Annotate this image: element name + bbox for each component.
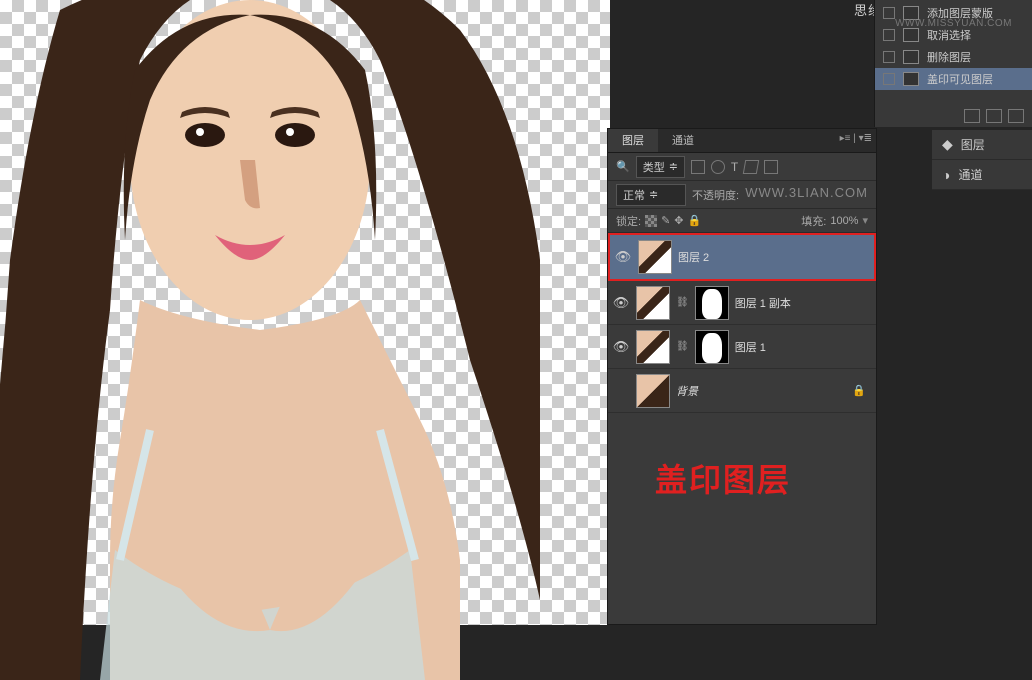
history-bottom-icons — [964, 109, 1024, 123]
visibility-eye-icon[interactable]: 👁 — [612, 295, 630, 311]
portrait-image — [0, 0, 540, 680]
collapsed-channels-panel[interactable]: ◑ 通道 — [932, 160, 1032, 190]
filter-smart-icon[interactable] — [764, 160, 778, 174]
canvas-checkerboard[interactable] — [0, 0, 610, 625]
snapshot-icon[interactable] — [964, 109, 980, 123]
fill-label: 填充: — [801, 213, 826, 229]
collapsed-label: 图层 — [961, 136, 985, 153]
layer-mask-thumbnail[interactable] — [695, 330, 729, 364]
history-step-icon — [903, 28, 919, 42]
filter-type-dropdown[interactable]: 类型 ≑ — [636, 156, 685, 178]
layer-mask-thumbnail[interactable] — [695, 286, 729, 320]
watermark-text: WWW.3LIAN.COM — [745, 185, 868, 200]
mask-link-icon[interactable]: ⛓ — [676, 297, 689, 308]
visibility-eye-icon[interactable]: 👁 — [614, 249, 632, 265]
layer-name-label: 图层 1 副本 — [735, 295, 791, 311]
mask-link-icon[interactable]: ⛓ — [676, 341, 689, 352]
chevron-down-icon: ≑ — [649, 188, 658, 201]
tab-layers[interactable]: 图层 — [608, 129, 658, 152]
channels-icon: ◑ — [942, 167, 950, 183]
filter-row: 🔍 类型 ≑ T — [608, 153, 876, 181]
layers-list: 👁 图层 2 👁 ⛓ 图层 1 副本 👁 ⛓ 图层 1 背景 🔒 — [608, 233, 876, 413]
fill-value: 100% — [830, 215, 858, 227]
layer-row[interactable]: 👁 ⛓ 图层 1 副本 — [608, 281, 876, 325]
filter-text-icon[interactable]: T — [731, 160, 738, 174]
chevron-down-icon: ▾ — [862, 214, 868, 227]
collapsed-panels: ◆ 图层 ◑ 通道 — [932, 130, 1032, 190]
stamp-annotation: 盖印图层 — [655, 455, 791, 501]
layer-row[interactable]: 👁 ⛓ 图层 1 — [608, 325, 876, 369]
layer-thumbnail[interactable] — [638, 240, 672, 274]
blend-row: 正常 ≑ 不透明度: WWW.3LIAN.COM — [608, 181, 876, 209]
collapsed-layers-panel[interactable]: ◆ 图层 — [932, 130, 1032, 160]
history-checkbox[interactable] — [883, 73, 895, 85]
layer-thumbnail[interactable] — [636, 374, 670, 408]
layer-name-label: 背景 — [676, 383, 698, 399]
layer-lock-icon: 🔒 — [852, 384, 866, 397]
visibility-eye-icon[interactable]: 👁 — [612, 339, 630, 355]
watermark-url: WWW.MISSYUAN.COM — [895, 18, 1012, 29]
history-step-icon — [903, 50, 919, 64]
history-panel: WWW.MISSYUAN.COM 添加图层蒙版 取消选择 删除图层 盖印可见图层 — [874, 0, 1032, 127]
layers-icon: ◆ — [942, 136, 953, 153]
history-item[interactable]: 盖印可见图层 — [875, 68, 1032, 90]
history-item[interactable]: 删除图层 — [875, 46, 1032, 68]
layer-row[interactable]: 👁 图层 2 — [608, 233, 876, 281]
filter-shape-icon[interactable] — [743, 160, 759, 174]
layer-row[interactable]: 背景 🔒 — [608, 369, 876, 413]
filter-pixel-icon[interactable] — [691, 160, 705, 174]
lock-all-icon[interactable]: 🔒 — [688, 214, 702, 227]
lock-transparency-icon[interactable] — [645, 215, 657, 227]
filter-label: 类型 — [643, 159, 665, 175]
trash-icon[interactable] — [1008, 109, 1024, 123]
layer-name-label: 图层 1 — [735, 339, 766, 355]
history-step-icon — [903, 72, 919, 86]
layer-thumbnail[interactable] — [636, 286, 670, 320]
layer-thumbnail[interactable] — [636, 330, 670, 364]
panel-menu-icon[interactable]: ▸≡ | ▾≣ — [840, 133, 872, 144]
lock-label: 锁定: — [616, 213, 641, 229]
opacity-label: 不透明度: — [692, 187, 739, 203]
history-label: 删除图层 — [927, 49, 971, 65]
filter-adjust-icon[interactable] — [711, 160, 725, 174]
new-doc-icon[interactable] — [986, 109, 1002, 123]
history-label: 盖印可见图层 — [927, 71, 993, 87]
lock-row: 锁定: ✎ ✥ 🔒 填充: 100% ▾ — [608, 209, 876, 233]
lock-move-icon[interactable]: ✥ — [674, 214, 683, 227]
layers-panel: 图层 通道 ▸≡ | ▾≣ 🔍 类型 ≑ T 正常 ≑ 不透明度: WWW.3L… — [607, 128, 877, 625]
layer-name-label: 图层 2 — [678, 249, 709, 265]
history-label: 取消选择 — [927, 27, 971, 43]
blend-mode-dropdown[interactable]: 正常 ≑ — [616, 184, 686, 206]
history-checkbox[interactable] — [883, 29, 895, 41]
chevron-down-icon: ≑ — [669, 160, 678, 173]
collapsed-label: 通道 — [958, 166, 982, 183]
history-checkbox[interactable] — [883, 51, 895, 63]
history-list: 添加图层蒙版 取消选择 删除图层 盖印可见图层 — [875, 0, 1032, 92]
tab-channels[interactable]: 通道 — [658, 129, 708, 152]
panel-tabs: 图层 通道 ▸≡ | ▾≣ — [608, 129, 876, 153]
blend-mode-value: 正常 — [623, 187, 645, 203]
history-checkbox[interactable] — [883, 7, 895, 19]
lock-paint-icon[interactable]: ✎ — [661, 214, 670, 227]
